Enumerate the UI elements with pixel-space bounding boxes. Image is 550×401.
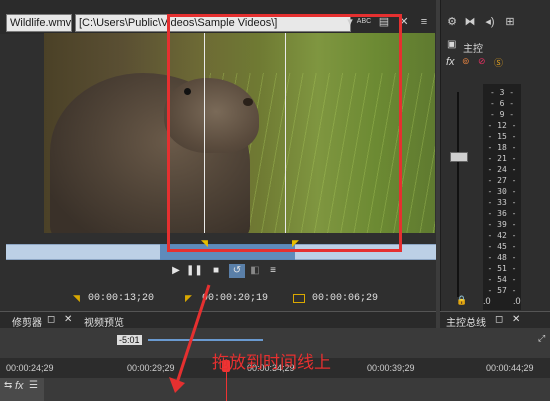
- volume-fader[interactable]: [450, 152, 468, 162]
- meter-tick: - 33 -: [487, 198, 517, 207]
- dim-icon[interactable]: ◂): [482, 14, 498, 30]
- meter-tick: - 36 -: [487, 209, 517, 218]
- solo-icon[interactable]: Ⓢ: [494, 56, 503, 69]
- meter-tick: - 3 -: [489, 88, 515, 97]
- meter-tick: - 9 -: [489, 110, 515, 119]
- highlight-box: [167, 14, 402, 252]
- meter-tick: - 30 -: [487, 187, 517, 196]
- meter-tick: - 24 -: [487, 165, 517, 174]
- meter-tick: - 57 -: [487, 286, 517, 295]
- meter-tick: - 54 -: [487, 275, 517, 284]
- restore-icon[interactable]: ◻: [495, 314, 503, 325]
- meter-tick: - 45 -: [487, 242, 517, 251]
- meter-tick: - 42 -: [487, 231, 517, 240]
- in-time: 00:00:13;20: [88, 293, 155, 304]
- master-label: 主控: [463, 44, 483, 55]
- annotation-text: 拖放到时间线上: [212, 353, 331, 373]
- master-icon: ▣: [447, 39, 457, 50]
- close-icon[interactable]: ✕: [64, 314, 72, 325]
- meter-tick: - 21 -: [487, 154, 517, 163]
- mixer-icon[interactable]: ⊞: [502, 14, 518, 30]
- meter-tick: - 12 -: [487, 121, 517, 130]
- tab-master-bus[interactable]: 主控总线: [446, 314, 486, 329]
- plugin-icon[interactable]: ⊚: [462, 56, 470, 67]
- offset-label: -5:01: [117, 335, 142, 345]
- tab-trimmer[interactable]: 修剪器: [12, 314, 42, 329]
- tab-video-preview[interactable]: 视频预览: [84, 314, 124, 329]
- stop-icon[interactable]: ■: [208, 264, 224, 278]
- meter-tick: - 15 -: [487, 132, 517, 141]
- playhead-line: [226, 372, 227, 401]
- ruler-tick: 00:00:24;29: [6, 363, 54, 373]
- loop-icon[interactable]: ↺: [229, 264, 245, 278]
- meter-tick: - 6 -: [489, 99, 515, 108]
- meter-tick: - 18 -: [487, 143, 517, 152]
- track-menu-icon[interactable]: ☰: [29, 380, 38, 391]
- track-motion-icon[interactable]: ⇆: [4, 380, 12, 391]
- peak-left: .0: [483, 296, 491, 306]
- fx-label[interactable]: fx: [446, 56, 455, 68]
- restore-icon[interactable]: ◻: [47, 314, 55, 325]
- track-fx-icon[interactable]: fx: [15, 380, 24, 392]
- meter-tick: - 51 -: [487, 264, 517, 273]
- expand-icon[interactable]: ⤢: [538, 333, 545, 344]
- meter-tick: - 27 -: [487, 176, 517, 185]
- lock-icon[interactable]: 🔒: [456, 295, 467, 306]
- pause-icon[interactable]: ❚❚: [186, 264, 203, 278]
- fader-track: [457, 92, 459, 297]
- prev-frame-icon[interactable]: ◧: [247, 264, 263, 278]
- meter-tick: - 39 -: [487, 220, 517, 229]
- menu-icon[interactable]: ≡: [265, 264, 281, 278]
- ruler-tick: 00:00:39;29: [367, 363, 415, 373]
- downmix-icon[interactable]: ⧓: [462, 14, 478, 30]
- peak-right: .0: [513, 296, 521, 306]
- meter-tick: - 48 -: [487, 253, 517, 262]
- media-select[interactable]: Wildlife.wmv: [6, 14, 72, 32]
- play-icon[interactable]: ▶: [168, 264, 184, 278]
- list-icon[interactable]: ≡: [416, 14, 432, 30]
- gear-icon[interactable]: ⚙: [444, 14, 460, 30]
- ruler-tick: 00:00:44;29: [486, 363, 534, 373]
- length-time: 00:00:06;29: [312, 293, 379, 304]
- mute-icon[interactable]: ⊘: [478, 56, 486, 67]
- in-point-icon: ◥: [73, 293, 80, 303]
- close-icon[interactable]: ✕: [512, 314, 520, 325]
- level-meter: - 3 - - 6 - - 9 - - 12 - - 15 - - 18 - - 21 - -…: [483, 84, 521, 310]
- length-icon: [293, 294, 305, 303]
- drag-arrow: [169, 284, 211, 393]
- right-tab-row: 主控总线 ◻ ✕: [440, 311, 550, 329]
